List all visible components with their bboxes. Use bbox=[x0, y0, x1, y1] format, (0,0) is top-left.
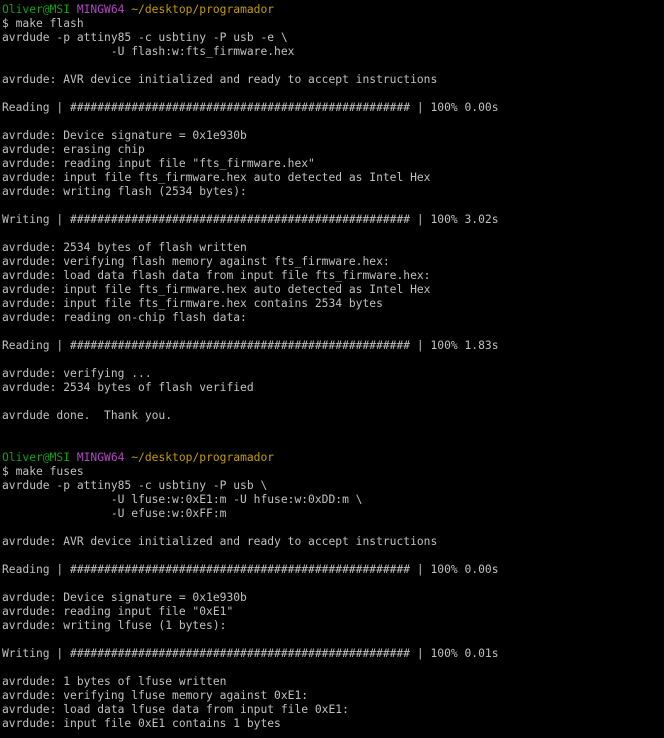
terminal-output-line: avrdude done. Thank you. bbox=[2, 409, 173, 422]
terminal-output-line: avrdude: verifying lfuse memory against … bbox=[2, 689, 309, 702]
prompt-path: ~/desktop/programador bbox=[131, 3, 275, 16]
terminal-output-line: avrdude: load data flash data from input… bbox=[2, 269, 431, 282]
terminal-output-line: -U flash:w:fts_firmware.hex bbox=[2, 45, 295, 58]
terminal-output-line: avrdude: input file fts_firmware.hex aut… bbox=[2, 283, 431, 296]
terminal-output-line: avrdude: verifying flash memory against … bbox=[2, 255, 390, 268]
terminal-output-line: avrdude: 1 bytes of lfuse written bbox=[2, 675, 227, 688]
prompt-env: MINGW64 bbox=[76, 451, 125, 464]
terminal-output-line: avrdude: load data lfuse data from input… bbox=[2, 703, 349, 716]
prompt-path: ~/desktop/programador bbox=[131, 451, 275, 464]
prompt-user: Oliver@MSI bbox=[2, 451, 71, 464]
terminal-output-line: avrdude: AVR device initialized and read… bbox=[2, 73, 438, 86]
terminal-output-line: avrdude: writing flash (2534 bytes): bbox=[2, 185, 247, 198]
terminal-output-line: avrdude: Device signature = 0x1e930b bbox=[2, 591, 247, 604]
terminal-output-line: avrdude: input file 0xE1 contains 1 byte… bbox=[2, 717, 281, 730]
terminal-output-line: $ make fuses bbox=[2, 465, 84, 478]
terminal-output-line: avrdude: reading input file "0xE1" bbox=[2, 605, 234, 618]
terminal-output-line: avrdude: Device signature = 0x1e930b bbox=[2, 129, 247, 142]
terminal-output-line: Reading | ##############################… bbox=[2, 101, 499, 114]
terminal-output-line: -U lfuse:w:0xE1:m -U hfuse:w:0xDD:m \ bbox=[2, 493, 363, 506]
terminal-output-line: avrdude: writing lfuse (1 bytes): bbox=[2, 619, 227, 632]
prompt-user: Oliver@MSI bbox=[2, 3, 71, 16]
prompt-line: Oliver@MSI MINGW64 ~/desktop/programador bbox=[2, 451, 664, 465]
terminal-window[interactable]: Oliver@MSI MINGW64 ~/desktop/programador… bbox=[0, 0, 664, 738]
terminal-output-line: avrdude: input file fts_firmware.hex con… bbox=[2, 297, 383, 310]
terminal-output-line: avrdude: reading input file "fts_firmwar… bbox=[2, 157, 315, 170]
terminal-output-line: Reading | ##############################… bbox=[2, 339, 499, 352]
prompt-env: MINGW64 bbox=[76, 3, 125, 16]
terminal-output-line: $ make flash bbox=[2, 17, 84, 30]
terminal-output-line: avrdude -p attiny85 -c usbtiny -P usb \ bbox=[2, 479, 268, 492]
terminal-output-line: avrdude -p attiny85 -c usbtiny -P usb -e… bbox=[2, 31, 288, 44]
terminal-output-line: -U efuse:w:0xFF:m bbox=[2, 507, 227, 520]
terminal-output-line: avrdude: 2534 bytes of flash written bbox=[2, 241, 247, 254]
terminal-output-line: avrdude: verifying ... bbox=[2, 367, 152, 380]
terminal-output-line: avrdude: input file fts_firmware.hex aut… bbox=[2, 171, 431, 184]
terminal-output-line: avrdude: erasing chip bbox=[2, 143, 145, 156]
terminal-output-line: avrdude: reading on-chip flash data: bbox=[2, 311, 247, 324]
terminal-output-line: Writing | ##############################… bbox=[2, 647, 499, 660]
terminal-output-line: Writing | ##############################… bbox=[2, 213, 499, 226]
terminal-output-line: avrdude: AVR device initialized and read… bbox=[2, 535, 438, 548]
prompt-line: Oliver@MSI MINGW64 ~/desktop/programador bbox=[2, 3, 664, 17]
terminal-output-line: avrdude: 2534 bytes of flash verified bbox=[2, 381, 254, 394]
terminal-output-line: Reading | ##############################… bbox=[2, 563, 499, 576]
